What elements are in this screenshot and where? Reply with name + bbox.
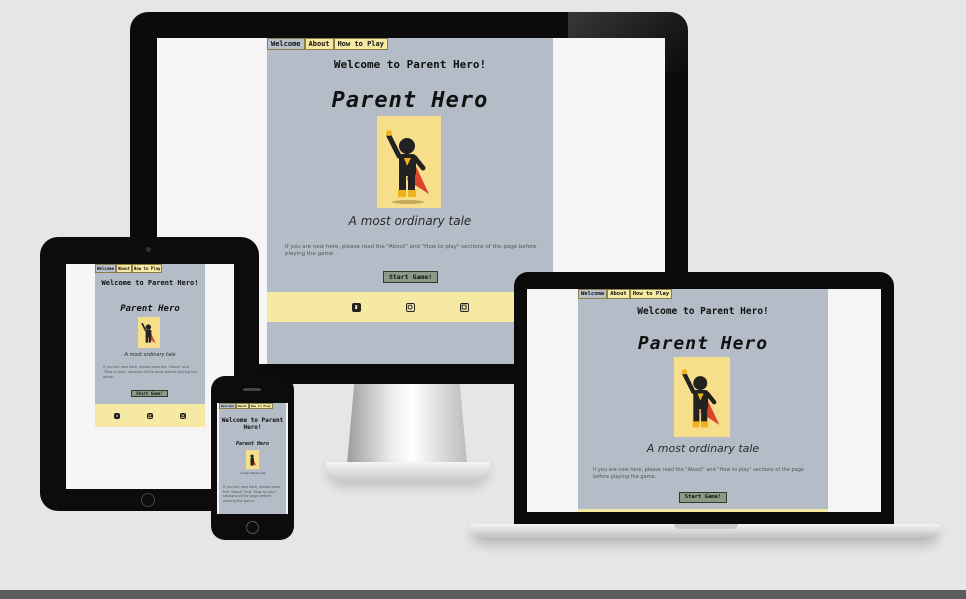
superhero-icon	[386, 130, 429, 204]
instagram-icon[interactable]	[147, 412, 153, 419]
tagline: A most ordinary tale	[124, 352, 176, 358]
tab-welcome[interactable]: Welcome	[219, 403, 236, 409]
tab-how-to-play[interactable]: How to Play	[333, 38, 388, 50]
phone-screen: Welcome About How to Play Welcome to Par…	[217, 403, 288, 514]
tablet-home-button	[141, 493, 155, 507]
tagline: A most ordinary tale	[348, 214, 472, 228]
footer	[95, 404, 205, 427]
footer	[267, 292, 553, 322]
laptop-notch	[674, 524, 738, 529]
intro-text: If you are new here, please read the "Ab…	[223, 485, 280, 503]
tab-how-to-play[interactable]: How to Play	[131, 264, 163, 273]
tab-welcome[interactable]: Welcome	[267, 38, 305, 50]
tab-how-to-play[interactable]: How to Play	[248, 403, 273, 409]
start-game-button[interactable]: Start Game!	[131, 390, 168, 397]
tab-welcome[interactable]: Welcome	[95, 264, 116, 273]
intro-text: If you are new here, please read the "Ab…	[285, 244, 537, 257]
tab-about[interactable]: About	[115, 264, 132, 273]
welcome-heading: Welcome to Parent Hero!	[333, 58, 487, 71]
hero-image	[246, 450, 259, 469]
tab-welcome[interactable]: Welcome	[578, 289, 608, 299]
welcome-heading: Welcome to Parent Hero!	[101, 279, 199, 287]
monitor-stand-base	[326, 462, 490, 482]
facebook-icon[interactable]	[351, 302, 361, 312]
page-title: Parent Hero	[235, 441, 270, 447]
youtube-icon[interactable]	[459, 302, 469, 312]
start-game-button[interactable]: Start Game!	[383, 271, 438, 283]
tab-about[interactable]: About	[607, 289, 630, 299]
tab-about[interactable]: About	[304, 38, 334, 50]
tab-about[interactable]: About	[235, 403, 249, 409]
superhero-icon	[141, 322, 156, 344]
youtube-icon[interactable]	[180, 412, 186, 419]
hero-image	[674, 357, 730, 437]
laptop-screen: Welcome About How to Play Welcome to Par…	[527, 289, 881, 512]
nav-tabs: Welcome About How to Play	[578, 289, 673, 299]
page-title: Parent Hero	[331, 88, 489, 113]
nav-tabs: Welcome About How to Play	[95, 264, 163, 273]
welcome-heading: Welcome to Parent Hero!	[637, 306, 769, 317]
monitor-stand-neck	[347, 384, 467, 464]
tablet-screen: Welcome About How to Play Welcome to Par…	[66, 264, 234, 489]
hero-image	[138, 317, 160, 348]
phone-home-button	[246, 521, 259, 534]
facebook-icon[interactable]	[114, 412, 120, 419]
floor	[0, 590, 966, 599]
intro-text: If you are new here, please read the "Ab…	[103, 365, 197, 379]
superhero-icon	[682, 369, 720, 428]
intro-text: If you are new here, please read the "Ab…	[593, 467, 805, 480]
footer	[578, 509, 828, 512]
nav-tabs: Welcome About How to Play	[267, 38, 388, 50]
tagline: A most ordinary tale	[646, 442, 760, 455]
site-page: Welcome About How to Play Welcome to Par…	[578, 289, 828, 512]
superhero-icon	[250, 454, 257, 466]
page-title: Parent Hero	[120, 304, 180, 314]
site-page: Welcome About How to Play Welcome to Par…	[95, 264, 205, 427]
instagram-icon[interactable]	[405, 302, 415, 312]
nav-tabs: Welcome About How to Play	[219, 403, 273, 409]
tab-how-to-play[interactable]: How to Play	[629, 289, 673, 299]
hero-image	[377, 116, 441, 208]
site-page: Welcome About How to Play Welcome to Par…	[267, 38, 553, 364]
tablet-camera	[146, 247, 151, 252]
laptop-device: Welcome About How to Play Welcome to Par…	[514, 272, 894, 524]
phone-speaker	[243, 388, 261, 391]
phone-device: Welcome About How to Play Welcome to Par…	[211, 376, 294, 540]
site-page: Welcome About How to Play Welcome to Par…	[219, 403, 286, 514]
welcome-heading: Welcome to Parent Hero!	[221, 417, 284, 431]
tagline: A most ordinary tale	[239, 472, 266, 475]
start-game-button[interactable]: Start Game!	[679, 492, 727, 503]
page-title: Parent Hero	[637, 333, 769, 354]
